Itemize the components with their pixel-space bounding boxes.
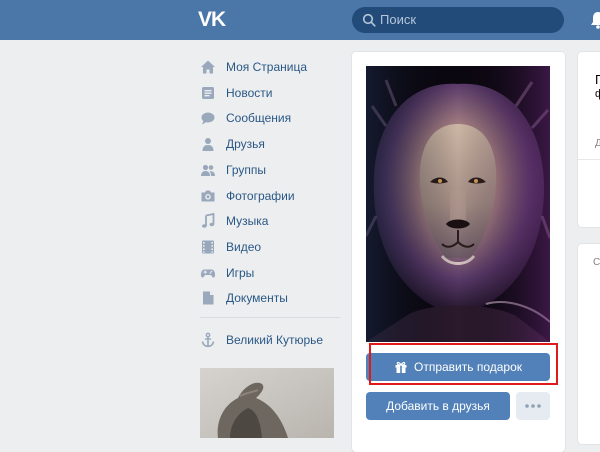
groups-icon (201, 164, 215, 176)
search-icon (362, 13, 376, 27)
add-friend-label: Добавить в друзья (386, 399, 490, 413)
search-placeholder: Поиск (380, 12, 417, 27)
menu-item-label: Моя Страница (226, 60, 308, 74)
photos-icon (201, 190, 215, 201)
app-thumbnail-image[interactable] (200, 368, 334, 438)
messages-icon (201, 112, 215, 125)
profile-meta-fragment: Д (595, 138, 600, 149)
menu-item-label: Группы (226, 162, 266, 177)
menu-item-label: Фотографии (226, 188, 295, 203)
menu-item-games[interactable]: Игры (200, 262, 340, 284)
menu-item-friends[interactable]: Друзья (200, 133, 340, 155)
search-box[interactable]: Поиск (352, 7, 564, 33)
menu-item-news[interactable]: Новости (200, 82, 340, 104)
highlight-box (369, 343, 558, 385)
profile-info-card: Г ф Д (578, 52, 600, 227)
vk-logo[interactable]: VK (198, 7, 234, 33)
menu-item-groups[interactable]: Группы (200, 159, 340, 181)
card-divider (578, 159, 600, 160)
menu-item-label: Видео (226, 239, 262, 254)
documents-icon (203, 291, 214, 305)
menu-item-label: Сообщения (226, 111, 292, 126)
menu-item-label: Новости (226, 85, 273, 100)
music-icon (202, 213, 215, 228)
menu-item-label: Игры (226, 265, 255, 280)
sculpture-image (200, 368, 334, 438)
card-heading-fragment: С (593, 257, 600, 268)
menu-item-great-couturier[interactable]: Великий Кутюрье (200, 329, 340, 351)
more-actions-button[interactable] (516, 392, 550, 420)
home-icon (201, 60, 215, 74)
menu-item-label: Великий Кутюрье (226, 333, 324, 347)
more-dots-icon (525, 404, 541, 408)
profile-photo[interactable] (366, 66, 550, 342)
menu-item-photos[interactable]: Фотографии (200, 185, 340, 207)
menu-item-music[interactable]: Музыка (200, 210, 340, 232)
menu-item-label: Музыка (226, 214, 269, 229)
lion-portrait-image (366, 66, 550, 342)
menu-item-my-page[interactable]: Моя Страница (200, 56, 340, 78)
menu-item-messages[interactable]: Сообщения (200, 107, 340, 129)
top-navigation-bar: VK Поиск (0, 0, 600, 40)
add-friend-button[interactable]: Добавить в друзья (366, 392, 510, 420)
friends-icon (202, 138, 214, 152)
profile-name-fragment: Г (595, 72, 600, 87)
profile-secondary-card: С (578, 244, 600, 444)
menu-divider (200, 317, 340, 318)
notifications-bell-icon[interactable] (590, 11, 600, 29)
menu-item-label: Друзья (226, 137, 265, 152)
anchor-icon (201, 332, 215, 348)
profile-status-fragment: ф (595, 88, 600, 100)
video-icon (202, 240, 214, 254)
menu-item-label: Документы (226, 291, 288, 306)
games-icon (200, 269, 216, 278)
menu-item-video[interactable]: Видео (200, 236, 340, 258)
news-icon (202, 86, 214, 99)
menu-item-documents[interactable]: Документы (200, 287, 340, 309)
